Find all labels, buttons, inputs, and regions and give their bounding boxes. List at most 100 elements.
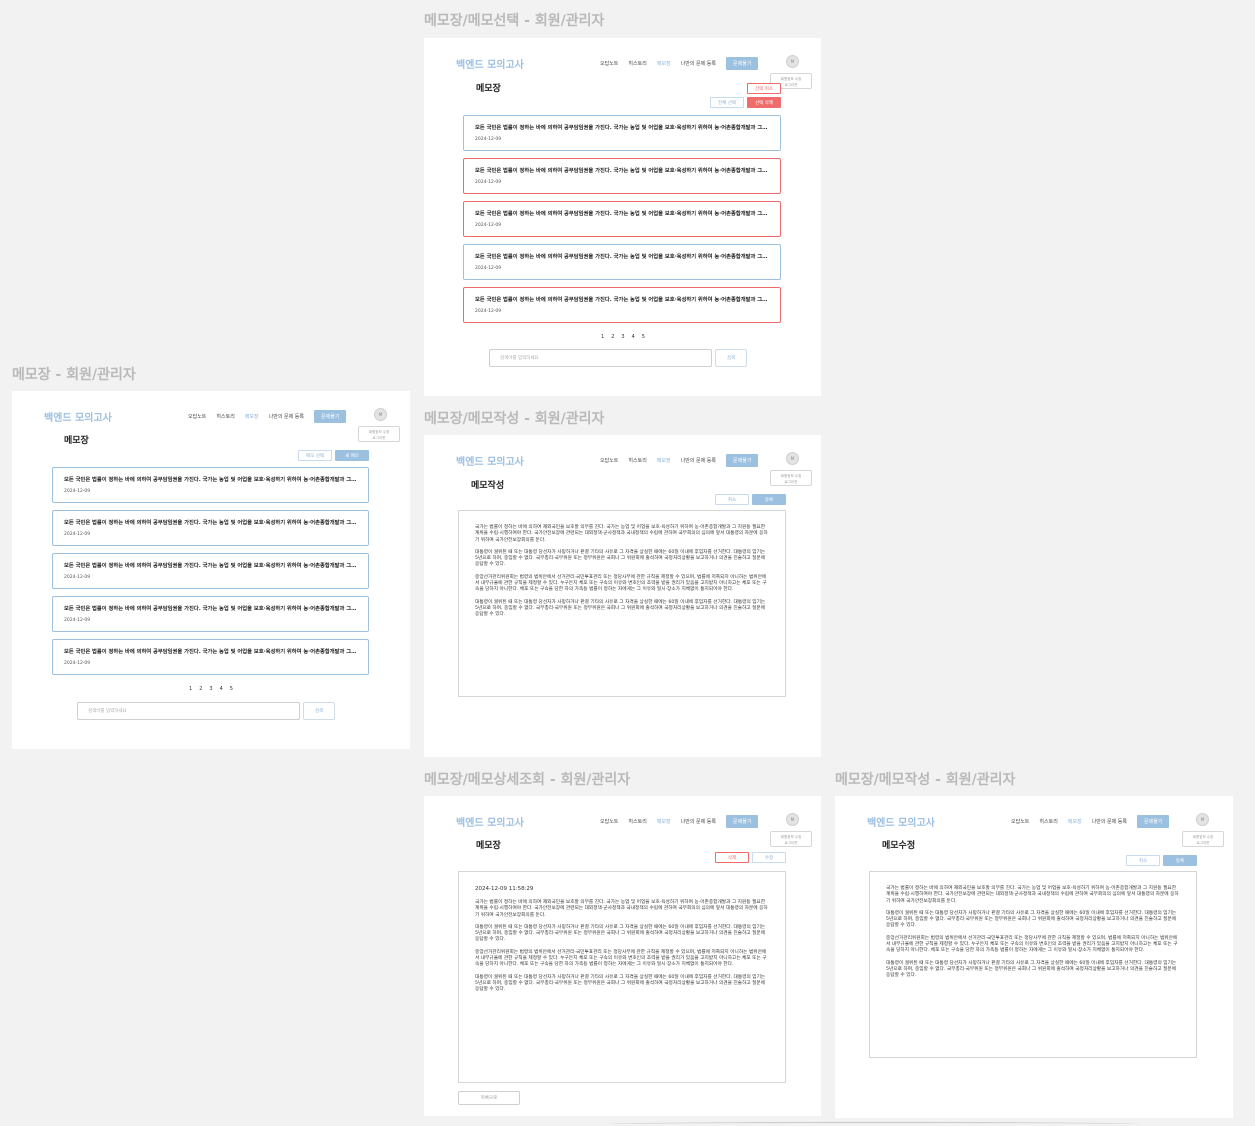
memo-card[interactable]: 모든 국민은 법률이 정하는 바에 의하여 공무담임권을 가진다. 국가는 농업… [52, 596, 369, 632]
memo-editor[interactable]: 국가는 법률이 정하는 바에 의하여 재외국민을 보호할 의무를 진다. 국가는… [869, 871, 1197, 1058]
solve-button[interactable]: 문제풀기 [726, 815, 759, 828]
avatar[interactable]: M [786, 452, 799, 465]
memo-text: 모든 국민은 법률이 정하는 바에 의하여 공무담임권을 가진다. 국가는 농업… [475, 211, 769, 217]
memo-card-selected[interactable]: 모든 국민은 법률이 정하는 바에 의하여 공무담임권을 가진다. 국가는 농업… [463, 287, 781, 323]
content-paragraph: 중앙선거관리위원회는 법령의 범위안에서 선거관리·국민투표관리 또는 정당사무… [475, 574, 767, 593]
search-button[interactable]: 검색 [303, 702, 335, 720]
logout-link[interactable]: 로그아웃 [1183, 840, 1223, 846]
nav-memo[interactable]: 메모장 [245, 413, 259, 420]
memo-card[interactable]: 모든 국민은 법률이 정하는 바에 의하여 공무담임권을 가진다. 국가는 농업… [52, 639, 369, 675]
brand-logo[interactable]: 백엔드 모의고사 [456, 453, 524, 468]
nav-wrong-notes[interactable]: 오답노트 [600, 818, 618, 825]
brand-logo[interactable]: 백엔드 모의고사 [44, 409, 112, 424]
memo-text: 모든 국민은 법률이 정하는 바에 의하여 공무담임권을 가진다. 국가는 농업… [475, 297, 769, 303]
cancel-button[interactable]: 취소 [715, 494, 749, 505]
memo-editor[interactable]: 국가는 법률이 정하는 바에 의하여 재외국민을 보호할 의무를 진다. 국가는… [458, 510, 786, 697]
page-link[interactable]: 2 [611, 334, 614, 340]
page-link[interactable]: 1 [189, 686, 192, 692]
nav-history[interactable]: 히스토리 [628, 818, 646, 825]
page-link[interactable]: 4 [632, 334, 635, 340]
memo-card[interactable]: 모든 국민은 법률이 정하는 바에 의하여 공무담임권을 가진다. 국가는 농업… [52, 510, 369, 546]
solve-button[interactable]: 문제풀기 [1137, 815, 1170, 828]
delete-selected-button[interactable]: 선택 삭제 [747, 97, 781, 108]
memo-date: 2024-12-09 [475, 180, 502, 185]
page-link[interactable]: 2 [199, 686, 202, 692]
nav-my-question[interactable]: 나만의 문제 등록 [681, 818, 716, 825]
memo-card-selected[interactable]: 모든 국민은 법률이 정하는 바에 의하여 공무담임권을 가진다. 국가는 농업… [463, 201, 781, 237]
nav-my-question[interactable]: 나만의 문제 등록 [1092, 818, 1127, 825]
top-nav: 오답노트 히스토리 메모장 나만의 문제 등록 문제풀기 [600, 57, 759, 70]
page-link[interactable]: 3 [209, 686, 212, 692]
nav-wrong-notes[interactable]: 오답노트 [600, 457, 618, 464]
frame-memo-write: 백엔드 모의고사 오답노트 히스토리 메모장 나만의 문제 등록 문제풀기 M … [424, 435, 821, 757]
frame-label-edit: 메모장/메모작성 - 회원/관리자 [835, 772, 1016, 788]
nav-history[interactable]: 히스토리 [628, 60, 646, 67]
brand-logo[interactable]: 백엔드 모의고사 [456, 814, 524, 829]
page-link[interactable]: 4 [220, 686, 223, 692]
memo-date: 2024-12-09 [64, 618, 91, 623]
content-paragraph: 국가는 법률이 정하는 바에 의하여 재외국민을 보호할 의무를 진다. 국가는… [475, 525, 768, 543]
memo-text: 모든 국민은 법률이 정하는 바에 의하여 공무담임권을 가진다. 국가는 농업… [475, 125, 769, 131]
avatar[interactable]: M [374, 408, 387, 421]
nav-my-question[interactable]: 나만의 문제 등록 [681, 457, 716, 464]
logout-link[interactable]: 로그아웃 [771, 840, 811, 846]
back-to-list-button[interactable]: 목록으로 [458, 1091, 520, 1105]
brand-logo[interactable]: 백엔드 모의고사 [867, 814, 935, 829]
nav-wrong-notes[interactable]: 오답노트 [188, 413, 206, 420]
memo-date: 2024-12-09 [475, 309, 502, 314]
nav-history[interactable]: 히스토리 [628, 457, 646, 464]
avatar[interactable]: M [1196, 813, 1209, 826]
memo-card[interactable]: 모든 국민은 법률이 정하는 바에 의하여 공무담임권을 가진다. 국가는 농업… [463, 244, 781, 280]
logout-link[interactable]: 로그아웃 [771, 479, 811, 485]
avatar[interactable]: M [786, 55, 799, 68]
solve-button[interactable]: 문제풀기 [314, 410, 347, 423]
nav-memo[interactable]: 메모장 [657, 818, 671, 825]
avatar[interactable]: M [786, 813, 799, 826]
memo-text: 모든 국민은 법률이 정하는 바에 의하여 공무담임권을 가진다. 국가는 농업… [64, 477, 357, 483]
frame-memo-detail: 백엔드 모의고사 오답노트 히스토리 메모장 나만의 문제 등록 문제풀기 M … [424, 796, 821, 1116]
memo-date: 2024-12-09 [64, 532, 91, 537]
page-link[interactable]: 5 [642, 334, 645, 340]
nav-my-question[interactable]: 나만의 문제 등록 [681, 60, 716, 67]
edit-button[interactable]: 수정 [752, 852, 786, 863]
page-link[interactable]: 3 [621, 334, 624, 340]
nav-history[interactable]: 히스토리 [1039, 818, 1057, 825]
memo-card[interactable]: 모든 국민은 법률이 정하는 바에 의하여 공무담임권을 가진다. 국가는 농업… [52, 467, 369, 503]
brand-logo[interactable]: 백엔드 모의고사 [456, 56, 524, 71]
top-nav: 오답노트 히스토리 메모장 나만의 문제 등록 문제풀기 [188, 410, 347, 423]
memo-card[interactable]: 모든 국민은 법률이 정하는 바에 의하여 공무담임권을 가진다. 국가는 농업… [463, 115, 781, 151]
page-link[interactable]: 5 [230, 686, 233, 692]
delete-button[interactable]: 삭제 [715, 852, 749, 863]
cancel-select-button[interactable]: 선택 취소 [747, 83, 781, 94]
memo-list: 모든 국민은 법률이 정하는 바에 의하여 공무담임권을 가진다. 국가는 농업… [52, 467, 369, 675]
content-paragraph: 대통령이 궐위된 때 또는 대통령 당선자가 사망하거나 판결 기타의 사유로 … [475, 599, 766, 618]
memo-content: 2024-12-09 11:58:29 국가는 법률이 정하는 바에 의하여 재… [458, 871, 786, 1083]
search-input[interactable]: 검색어를 입력하세요 [77, 702, 300, 720]
nav-wrong-notes[interactable]: 오답노트 [1011, 818, 1029, 825]
nav-wrong-notes[interactable]: 오답노트 [600, 60, 618, 67]
memo-text: 모든 국민은 법률이 정하는 바에 의하여 공무담임권을 가진다. 국가는 농업… [64, 649, 357, 655]
memo-select-button[interactable]: 메모 선택 [298, 450, 332, 461]
new-memo-button[interactable]: 새 메모 [335, 450, 369, 461]
search-input[interactable]: 검색어를 입력하세요 [489, 349, 712, 367]
search-button[interactable]: 검색 [715, 349, 747, 367]
nav-memo[interactable]: 메모장 [657, 457, 671, 464]
nav-memo[interactable]: 메모장 [1068, 818, 1082, 825]
logout-link[interactable]: 로그아웃 [359, 435, 399, 441]
memo-list: 모든 국민은 법률이 정하는 바에 의하여 공무담임권을 가진다. 국가는 농업… [463, 115, 781, 323]
nav-history[interactable]: 히스토리 [216, 413, 234, 420]
save-button[interactable]: 등록 [1163, 855, 1197, 866]
memo-card[interactable]: 모든 국민은 법률이 정하는 바에 의하여 공무담임권을 가진다. 국가는 농업… [52, 553, 369, 589]
save-button[interactable]: 등록 [752, 494, 786, 505]
page-link[interactable]: 1 [601, 334, 604, 340]
memo-card-selected[interactable]: 모든 국민은 법률이 정하는 바에 의하여 공무담임권을 가진다. 국가는 농업… [463, 158, 781, 194]
nav-my-question[interactable]: 나만의 문제 등록 [269, 413, 304, 420]
content-paragraph: 대통령이 궐위된 때 또는 대통령 당선자가 사망하거나 판결 기타의 사유로 … [886, 910, 1177, 929]
select-all-button[interactable]: 전체 선택 [710, 97, 744, 108]
solve-button[interactable]: 문제풀기 [726, 454, 759, 467]
nav-memo[interactable]: 메모장 [657, 60, 671, 67]
cancel-button[interactable]: 취소 [1126, 855, 1160, 866]
canvas-edge-line [610, 1122, 1140, 1126]
frame-memo-edit: 백엔드 모의고사 오답노트 히스토리 메모장 나만의 문제 등록 문제풀기 M … [835, 796, 1233, 1118]
solve-button[interactable]: 문제풀기 [726, 57, 759, 70]
